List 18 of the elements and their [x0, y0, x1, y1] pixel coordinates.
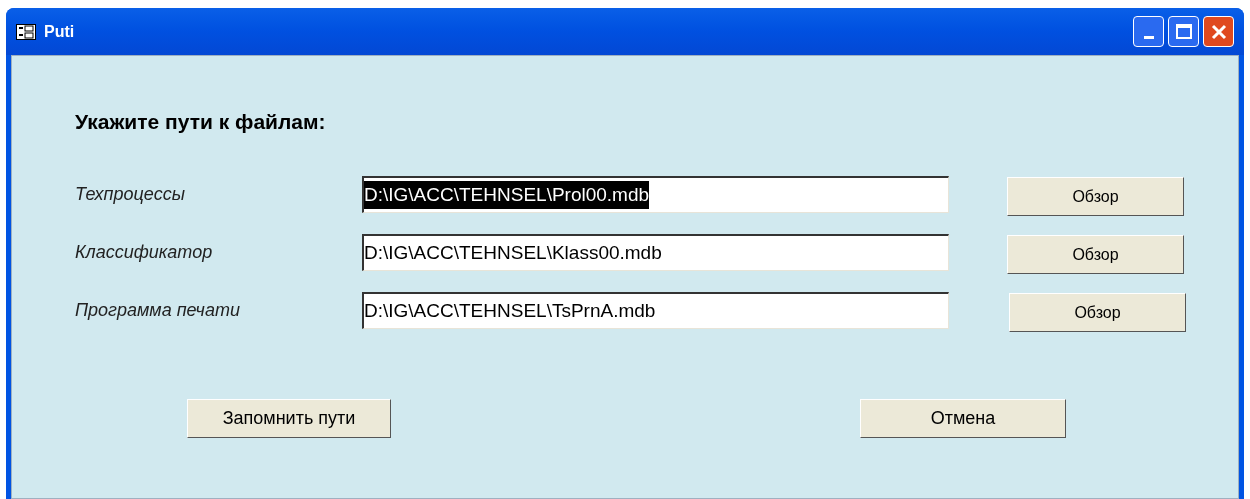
browse-button[interactable]: Обзор [1009, 293, 1186, 332]
browse-button[interactable]: Обзор [1007, 177, 1184, 216]
form-icon [16, 23, 36, 40]
browse-button[interactable]: Обзор [1007, 235, 1184, 274]
field-label: Программа печати [75, 299, 241, 322]
save-paths-button[interactable]: Запомнить пути [187, 399, 391, 438]
heading: Укажите пути к файлам: [75, 109, 327, 135]
close-button[interactable] [1203, 16, 1234, 47]
path-field[interactable]: D:\IG\ACC\TEHNSEL\TsPrnA.mdb [362, 292, 949, 329]
field-label: Техпроцессы [75, 183, 186, 206]
path-field[interactable]: D:\IG\ACC\TEHNSEL\Klass00.mdb [362, 234, 949, 271]
path-field[interactable]: D:\IG\ACC\TEHNSEL\Prol00.mdb [362, 176, 949, 213]
window-title: Puti [44, 21, 75, 42]
maximize-button[interactable] [1168, 16, 1199, 47]
cancel-button[interactable]: Отмена [860, 399, 1066, 438]
close-icon [1210, 23, 1227, 40]
minimize-button[interactable] [1133, 16, 1164, 47]
field-label: Классификатор [75, 241, 214, 264]
